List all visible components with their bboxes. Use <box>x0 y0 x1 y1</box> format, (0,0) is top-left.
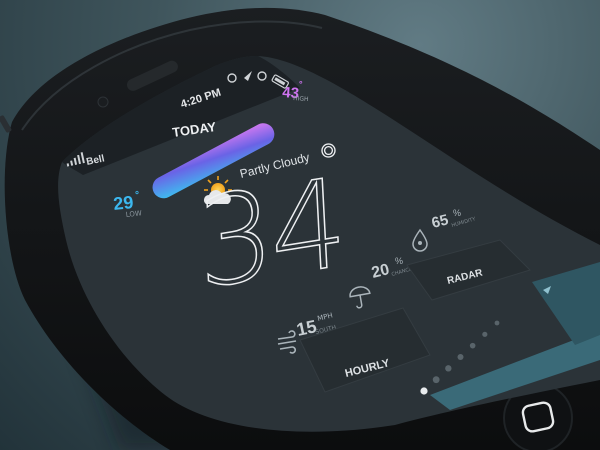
pagination-dot[interactable] <box>494 320 500 326</box>
pagination-dot[interactable] <box>432 376 440 384</box>
low-temp-label: LOW <box>125 209 142 219</box>
weather-app-scene: 4:20 PM Bell TODAY 29 ° LOW 43 ° HIGH Pa… <box>0 7 600 450</box>
high-temp-label: HIGH <box>293 95 309 103</box>
high-temp-unit: ° <box>299 79 303 89</box>
low-temp-unit: ° <box>135 190 139 201</box>
pagination-dot[interactable] <box>469 342 476 349</box>
pagination-dot[interactable] <box>482 331 488 337</box>
pagination-dot[interactable] <box>420 387 428 395</box>
mute-switch <box>0 115 12 133</box>
front-camera <box>97 96 109 108</box>
pagination-dot[interactable] <box>457 354 464 360</box>
chance-unit: % <box>395 256 403 266</box>
current-degree: ° <box>318 136 339 185</box>
pagination-dot[interactable] <box>445 365 452 372</box>
humidity-unit: % <box>453 208 461 218</box>
